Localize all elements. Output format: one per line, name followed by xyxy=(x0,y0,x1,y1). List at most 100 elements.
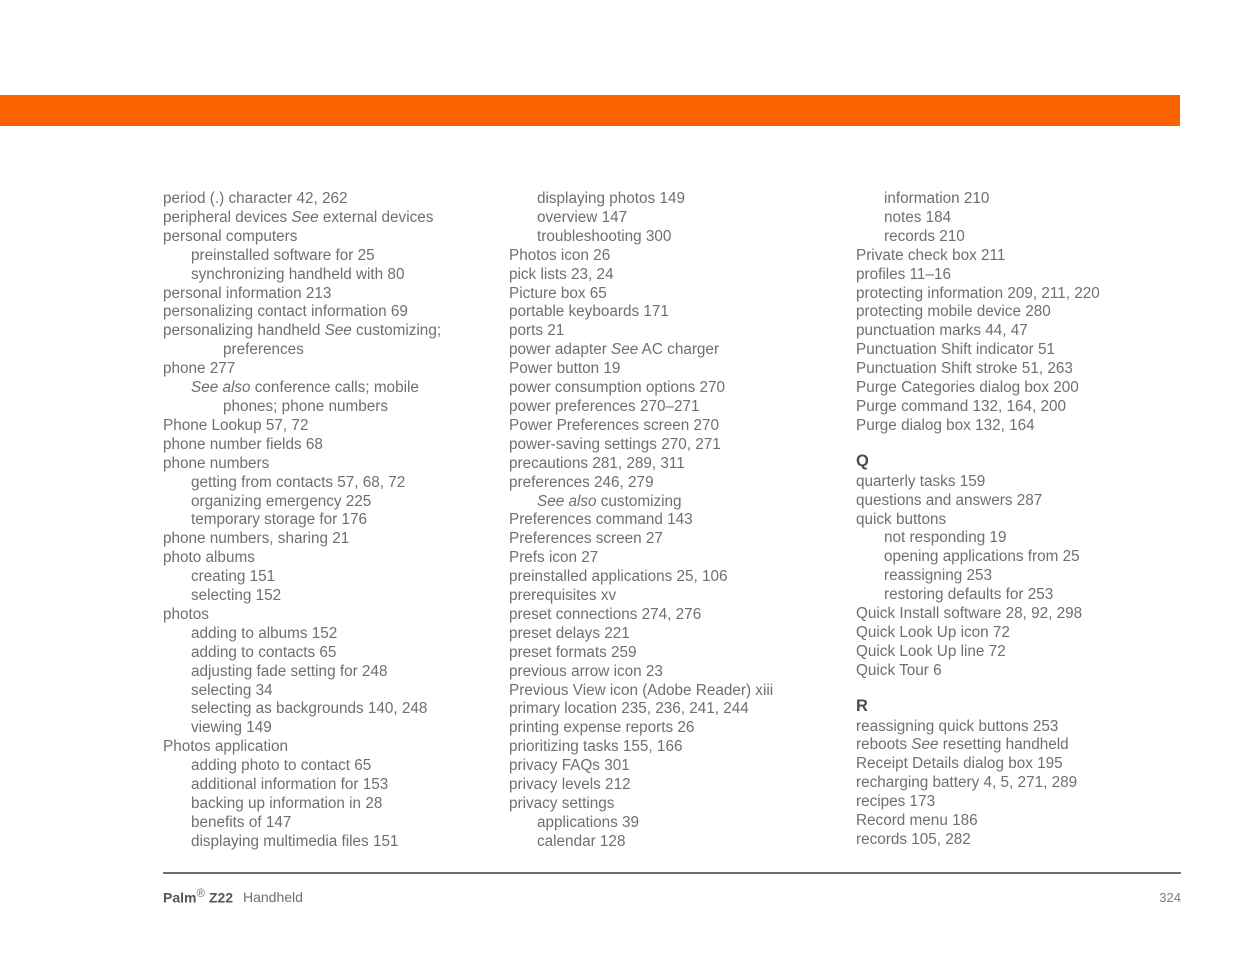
index-entry: preset connections 274, 276 xyxy=(509,605,702,623)
index-entry: privacy FAQs 301 xyxy=(509,757,630,775)
index-entry: Purge dialog box 132, 164 xyxy=(856,416,1035,434)
index-entry: prioritizing tasks 155, 166 xyxy=(509,738,683,756)
index-entry: adding to contacts 65 xyxy=(191,643,337,661)
index-entry: notes 184 xyxy=(884,208,952,226)
index-entry: precautions 281, 289, 311 xyxy=(509,454,685,472)
footer-divider xyxy=(163,872,1181,874)
index-entry: displaying photos 149 xyxy=(537,190,685,207)
index-entry: applications 39 xyxy=(537,813,640,831)
index-entry: power-saving settings 270, 271 xyxy=(509,435,721,453)
index-entry: preset formats 259 xyxy=(509,643,637,661)
index-entry: photo albums xyxy=(163,549,255,567)
index-entry: Quick Tour 6 xyxy=(856,661,942,679)
index-entry: previous arrow icon 23 xyxy=(509,662,663,680)
index-entry: additional information for 153 xyxy=(191,776,389,794)
index-entry: protecting mobile device 280 xyxy=(856,303,1051,321)
index-entry: adding photo to contact 65 xyxy=(191,757,372,775)
index-entry: Preferences screen 27 xyxy=(509,530,663,548)
index-entry: profiles 11–16 xyxy=(856,265,951,283)
index-entry: Quick Install software 28, 92, 298 xyxy=(856,605,1083,623)
index-entry: not responding 19 xyxy=(884,529,1007,547)
index-entry: personal computers xyxy=(163,227,298,245)
index-entry: organizing emergency 225 xyxy=(191,492,372,510)
index-entry: Power button 19 xyxy=(509,360,621,378)
index-column-3: information 210 notes 184 records 210 Priva… xyxy=(856,190,1191,850)
index-entry: printing expense reports 26 xyxy=(509,719,695,737)
index-entry: synchronizing handheld with 80 xyxy=(191,265,405,283)
index-entry: privacy levels 212 xyxy=(509,776,631,794)
index-entry: Quick Look Up line 72 xyxy=(856,642,1006,660)
index-entry: power preferences 270–271 xyxy=(509,397,700,415)
index-entry: prerequisites xv xyxy=(509,587,617,605)
index-entry: portable keyboards 171 xyxy=(509,303,669,321)
footer-brand-name: Palm xyxy=(163,889,197,906)
index-entry: restoring defaults for 253 xyxy=(884,586,1054,604)
index-entry: quarterly tasks 159 xyxy=(856,472,986,490)
index-entry: Receipt Details dialog box 195 xyxy=(856,755,1063,773)
index-entry: privacy settings xyxy=(509,795,615,812)
index-entry: Phone Lookup 57, 72 xyxy=(163,416,309,434)
index-entry: Quick Look Up icon 72 xyxy=(856,623,1010,641)
index-entry: photos xyxy=(163,605,209,623)
index-entry: backing up information in 28 xyxy=(191,795,383,812)
index-entry: preinstalled software for 25 xyxy=(191,246,375,264)
index-entry: preinstalled applications 25, 106 xyxy=(509,568,728,586)
index-entry: primary location 235, 236, 241, 244 xyxy=(509,700,749,718)
index-entry: Private check box 211 xyxy=(856,246,1006,264)
index-entry: viewing 149 xyxy=(191,719,272,737)
index-entry: opening applications from 25 xyxy=(884,548,1080,566)
index-entry: recipes 173 xyxy=(856,793,936,811)
index-entry: reboots See resetting handheld xyxy=(856,736,1069,754)
index-entry: preset delays 221 xyxy=(509,624,630,642)
index-entry: records 210 xyxy=(884,227,965,245)
page-number: 324 xyxy=(1159,890,1181,906)
index-entry: selecting as backgrounds 140, 248 xyxy=(191,700,428,718)
index-entry: personal information 213 xyxy=(163,284,332,302)
footer-document-title: Palm® Z22 Handheld xyxy=(163,887,303,906)
orange-header-band xyxy=(0,95,1180,126)
index-entry: Punctuation Shift stroke 51, 263 xyxy=(856,360,1073,378)
index-entry: phone 277 xyxy=(163,360,236,378)
index-entry: quick buttons xyxy=(856,510,947,528)
index-entry: Photos application xyxy=(163,738,289,756)
index-entry: information 210 xyxy=(884,190,990,207)
index-entry: Prefs icon 27 xyxy=(509,549,599,567)
index-entry: Preferences command 143 xyxy=(509,511,693,529)
index-entry: reassigning 253 xyxy=(884,567,993,585)
index-entry: phones; phone numbers xyxy=(223,397,388,415)
index-entry: getting from contacts 57, 68, 72 xyxy=(191,473,406,491)
index-entry: Picture box 65 xyxy=(509,284,607,302)
index-entry: personalizing contact information 69 xyxy=(163,303,408,321)
index-entry: records 105, 282 xyxy=(856,831,971,848)
index-entry: See also customizing xyxy=(537,492,682,510)
index-entry: calendar 128 xyxy=(537,832,626,850)
index-entry: adjusting fade setting for 248 xyxy=(191,662,388,680)
index-entry: Photos icon 26 xyxy=(509,246,611,264)
index-page: period (.) character 42, 262 peripheral d… xyxy=(0,0,1235,954)
index-entry: Punctuation Shift indicator 51 xyxy=(856,341,1055,359)
index-entry: questions and answers 287 xyxy=(856,491,1043,509)
index-entry: ports 21 xyxy=(509,322,565,340)
index-entry: See also conference calls; mobile xyxy=(191,379,419,397)
index-entry: Power Preferences screen 270 xyxy=(509,416,720,434)
footer-product-name: Handheld xyxy=(242,889,303,906)
index-column-1: period (.) character 42, 262 peripheral d… xyxy=(163,190,493,852)
index-column-2: displaying photos 149 overview 147 trouble… xyxy=(509,190,839,852)
registered-trademark-icon: ® xyxy=(196,886,206,900)
index-entry: Previous View icon (Adobe Reader) xiii xyxy=(509,681,774,699)
footer-model-name: Z22 xyxy=(208,889,234,906)
index-entry: phone numbers, sharing 21 xyxy=(163,530,350,548)
index-entry: pick lists 23, 24 xyxy=(509,265,614,283)
index-entry: personalizing handheld See customizing; xyxy=(163,322,442,340)
index-entry: phone number fields 68 xyxy=(163,435,323,453)
index-entry: power consumption options 270 xyxy=(509,379,725,397)
index-entry: power adapter See AC charger xyxy=(509,341,720,359)
index-letter-heading: Q xyxy=(856,451,869,470)
index-entry: selecting 152 xyxy=(191,587,282,605)
index-entry: preferences 246, 279 xyxy=(509,473,654,491)
index-entry: protecting information 209, 211, 220 xyxy=(856,284,1100,302)
index-entry: adding to albums 152 xyxy=(191,624,338,642)
index-entry: peripheral devices See external devices xyxy=(163,208,434,226)
index-entry: temporary storage for 176 xyxy=(191,511,368,529)
index-entry: creating 151 xyxy=(191,568,276,586)
